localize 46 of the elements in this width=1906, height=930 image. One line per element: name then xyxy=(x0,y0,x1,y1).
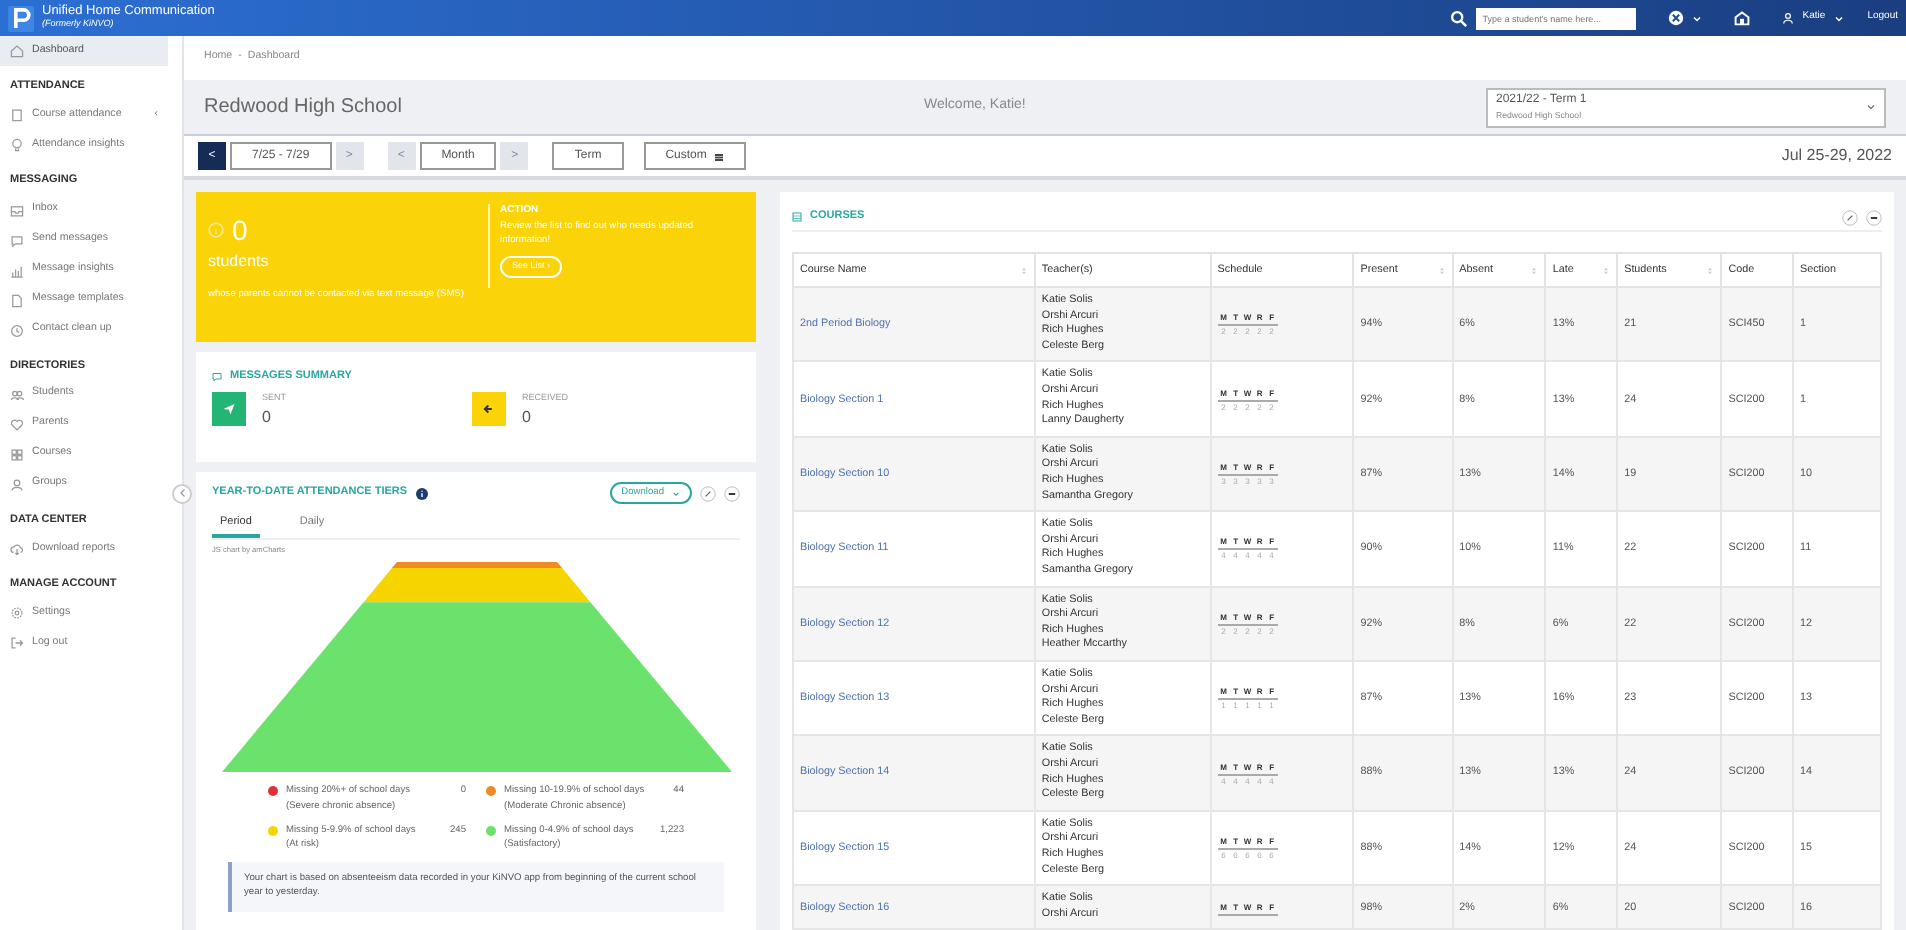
school-icon[interactable] xyxy=(1734,10,1751,26)
search-icon[interactable] xyxy=(1450,9,1469,27)
student-count: 0 xyxy=(232,216,248,244)
sort-icon[interactable] xyxy=(1706,265,1715,276)
list-icon xyxy=(792,212,802,222)
user-group-icon xyxy=(10,477,24,492)
expand-icon[interactable] xyxy=(1842,209,1858,225)
inbox-icon xyxy=(10,203,24,217)
grid-icon xyxy=(10,447,24,462)
lightbulb-icon xyxy=(10,138,24,153)
info-icon xyxy=(208,222,224,238)
sort-icon[interactable] xyxy=(1602,265,1611,276)
school-title: Redwood High School xyxy=(204,94,404,122)
user-icon xyxy=(1782,12,1795,24)
sort-icon[interactable] xyxy=(1437,265,1446,276)
date-range: Jul 25-29, 2022 xyxy=(1781,144,1892,168)
caret-icon xyxy=(1866,102,1876,112)
receive-icon xyxy=(482,402,496,417)
count-unit: students xyxy=(208,250,271,274)
clipboard-icon xyxy=(10,108,24,123)
document-icon xyxy=(10,293,24,307)
expand-icon[interactable] xyxy=(700,485,716,502)
caret-icon xyxy=(1833,13,1844,23)
info-icon xyxy=(415,487,428,500)
home-icon xyxy=(10,44,24,58)
chevron-icon xyxy=(177,487,187,498)
stat-value: 0 xyxy=(522,406,533,430)
stat-value: 0 xyxy=(262,406,273,430)
sort-icon[interactable] xyxy=(1019,265,1028,276)
caret-icon xyxy=(672,489,680,498)
clock-icon xyxy=(10,323,24,337)
app-logo-icon xyxy=(8,5,34,31)
cloud-download-icon xyxy=(10,542,24,556)
collapse-icon[interactable] xyxy=(1866,209,1882,225)
sort-icon[interactable] xyxy=(1530,265,1539,276)
collapse-button[interactable] xyxy=(172,484,192,504)
chat-icon xyxy=(212,371,222,382)
users-icon xyxy=(10,387,24,402)
chat-icon xyxy=(10,233,24,247)
send-icon xyxy=(222,402,236,417)
collapse-icon[interactable] xyxy=(724,485,740,502)
heart-icon xyxy=(10,417,24,432)
bar-chart-icon xyxy=(10,263,24,277)
caret-icon[interactable] xyxy=(1692,13,1703,23)
settings-icon xyxy=(10,606,24,621)
logout-icon xyxy=(10,636,24,651)
